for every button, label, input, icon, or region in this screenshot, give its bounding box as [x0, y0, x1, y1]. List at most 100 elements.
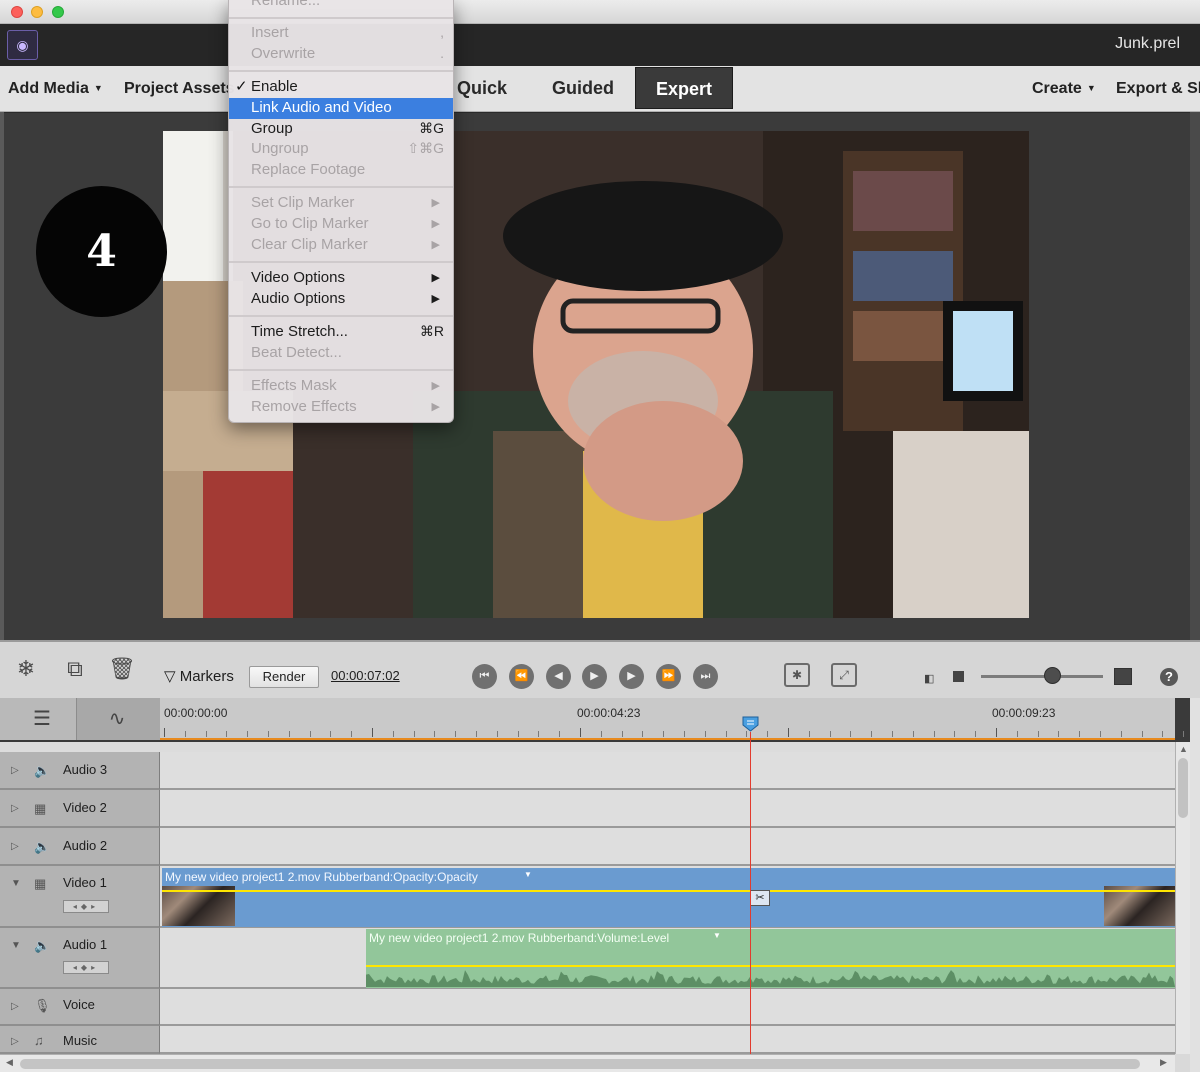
audio-clip[interactable]: My new video project1 2.mov Rubberband:V… [366, 929, 1175, 988]
project-assets-menu[interactable]: Project Assets [124, 80, 235, 98]
menu-item-enable[interactable]: ✓ Enable [229, 77, 453, 98]
expand-triangle-icon[interactable]: ▷ [11, 1036, 19, 1047]
ruler-tick [725, 731, 727, 737]
expand-triangle-icon[interactable]: ▷ [11, 841, 19, 852]
menu-item-replace-footage[interactable]: Replace Footage [229, 160, 453, 181]
menu-item-time-stretch[interactable]: Time Stretch... ⌘R [229, 322, 453, 343]
track-lane-voice[interactable] [160, 989, 1175, 1026]
collapse-triangle-icon[interactable]: ▼ [11, 878, 21, 889]
step-forward-icon[interactable]: ▶ [619, 664, 644, 689]
menu-item-group[interactable]: Group ⌘G [229, 119, 453, 140]
submenu-arrow-icon: ▶ [431, 401, 440, 413]
ruler-tick [538, 731, 540, 737]
menu-item-remove-effects[interactable]: Remove Effects ▶ [229, 397, 453, 418]
track-lane-audio-2[interactable] [160, 828, 1175, 866]
timeline-ruler[interactable]: 00:00:00:00 00:00:04:23 00:00:09:23 [160, 698, 1185, 740]
keyframe-navigator[interactable]: ◂◆▸ [63, 900, 109, 913]
help-icon[interactable]: ? [1160, 668, 1178, 686]
keyframe-navigator[interactable]: ◂◆▸ [63, 961, 109, 974]
track-list-icon[interactable]: ☰ [26, 706, 58, 732]
ruler-tick [933, 731, 935, 737]
zoom-slider-knob[interactable] [1043, 667, 1061, 684]
zoom-out-icon[interactable]: ◧ [924, 672, 934, 685]
audio-mixer-tab[interactable]: ∿ [76, 698, 160, 740]
menu-item-rename[interactable]: Rename... [229, 0, 453, 12]
go-to-end-icon[interactable]: ⏭ [693, 664, 718, 689]
menu-item-effects-mask[interactable]: Effects Mask ▶ [229, 376, 453, 397]
render-button[interactable]: Render [249, 666, 319, 688]
track-header-voice[interactable]: ▷ 🎙 Voice [0, 989, 160, 1026]
fit-to-screen-icon[interactable]: ⤢ [831, 663, 857, 687]
ruler-tick [164, 728, 165, 737]
menu-item-go-to-clip-marker[interactable]: Go to Clip Marker ▶ [229, 214, 453, 235]
minimize-window-button[interactable] [31, 6, 43, 18]
zoom-slider[interactable] [981, 675, 1103, 678]
submenu-arrow-icon: ▶ [431, 239, 440, 251]
menu-item-link-audio-video[interactable]: Link Audio and Video [229, 98, 453, 119]
track-header-audio-3[interactable]: ▷ 🔈 Audio 3 [0, 752, 160, 790]
export-share-menu[interactable]: Export & Share [1116, 80, 1200, 98]
track-header-video-1[interactable]: ▼ ▦ Video 1 ◂◆▸ [0, 866, 160, 928]
expand-triangle-icon[interactable]: ▷ [11, 765, 19, 776]
snowflake-icon[interactable]: ❄ [11, 654, 41, 684]
add-media-menu[interactable]: Add Media ▼ [8, 80, 103, 98]
scroll-left-icon[interactable]: ◀ [6, 1057, 13, 1068]
mode-expert-tab[interactable]: Expert [635, 67, 733, 109]
premiere-elements-logo-icon[interactable]: ◉ [7, 30, 38, 60]
track-header-music[interactable]: ▷ ♫ Music [0, 1026, 160, 1054]
clip-title: My new video project1 2.mov Rubberband:V… [369, 931, 670, 945]
menu-item-ungroup[interactable]: Ungroup ⇧⌘G [229, 139, 453, 160]
opacity-rubberband[interactable] [162, 890, 1175, 892]
trash-icon[interactable]: 🗑 [107, 654, 137, 684]
menu-item-video-options[interactable]: Video Options ▶ [229, 268, 453, 289]
rotate-icon[interactable]: ⧉ [60, 654, 90, 684]
track-lane-music[interactable] [160, 1026, 1175, 1054]
create-menu[interactable]: Create ▼ [1032, 80, 1096, 98]
rewind-icon[interactable]: ⏪ [509, 664, 534, 689]
menu-separator [229, 70, 453, 72]
render-settings-icon[interactable]: ✱ [784, 663, 810, 687]
zoom-window-button[interactable] [52, 6, 64, 18]
playhead-handle[interactable] [742, 716, 759, 732]
scroll-up-icon[interactable]: ▲ [1179, 744, 1188, 754]
scroll-right-icon[interactable]: ▶ [1160, 1057, 1167, 1068]
scrollbar-thumb[interactable] [1178, 758, 1188, 818]
expand-triangle-icon[interactable]: ▷ [11, 1001, 19, 1012]
menu-item-clear-clip-marker[interactable]: Clear Clip Marker ▶ [229, 235, 453, 256]
track-lane-video-2[interactable] [160, 790, 1175, 828]
step-back-icon[interactable]: ◀ [546, 664, 571, 689]
chevron-down-icon[interactable]: ▼ [524, 870, 532, 879]
video-clip[interactable]: My new video project1 2.mov Rubberband:O… [162, 868, 1177, 927]
close-window-button[interactable] [11, 6, 23, 18]
chevron-down-icon[interactable]: ▼ [713, 931, 721, 940]
zoom-large-icon[interactable] [1114, 668, 1132, 685]
menu-item-insert[interactable]: Insert, [229, 23, 453, 44]
menu-item-audio-options[interactable]: Audio Options ▶ [229, 289, 453, 310]
fast-forward-icon[interactable]: ⏩ [656, 664, 681, 689]
ruler-tick [850, 731, 852, 737]
go-to-start-icon[interactable]: ⏮ [472, 664, 497, 689]
scissors-icon[interactable]: ✂ [750, 890, 770, 906]
track-lane-audio-3[interactable] [160, 752, 1175, 790]
mode-guided-tab[interactable]: Guided [538, 66, 628, 111]
scrollbar-thumb[interactable] [20, 1059, 1140, 1069]
track-header-audio-2[interactable]: ▷ 🔈 Audio 2 [0, 828, 160, 866]
menu-item-overwrite[interactable]: Overwrite. [229, 44, 453, 65]
collapse-triangle-icon[interactable]: ▼ [11, 940, 21, 951]
play-icon[interactable]: ▶ [582, 664, 607, 689]
menu-item-beat-detect[interactable]: Beat Detect... [229, 343, 453, 364]
ruler-tick [226, 731, 228, 737]
menu-item-set-clip-marker[interactable]: Set Clip Marker ▶ [229, 193, 453, 214]
vertical-scrollbar[interactable]: ▲ [1175, 742, 1190, 1054]
track-header-video-2[interactable]: ▷ ▦ Video 2 [0, 790, 160, 828]
markers-menu[interactable]: ▽ Markers [164, 667, 234, 685]
panel-edge [1190, 698, 1200, 1072]
current-timecode[interactable]: 00:00:07:02 [331, 668, 400, 683]
horizontal-scrollbar[interactable]: ◀ ▶ [0, 1054, 1175, 1072]
track-header-audio-1[interactable]: ▼ 🔈 Audio 1 ◂◆▸ [0, 928, 160, 989]
waveform-icon: ∿ [108, 708, 126, 730]
ruler-tick [330, 731, 332, 737]
volume-rubberband[interactable] [366, 965, 1175, 967]
expand-triangle-icon[interactable]: ▷ [11, 803, 19, 814]
zoom-small-icon[interactable] [953, 671, 964, 682]
